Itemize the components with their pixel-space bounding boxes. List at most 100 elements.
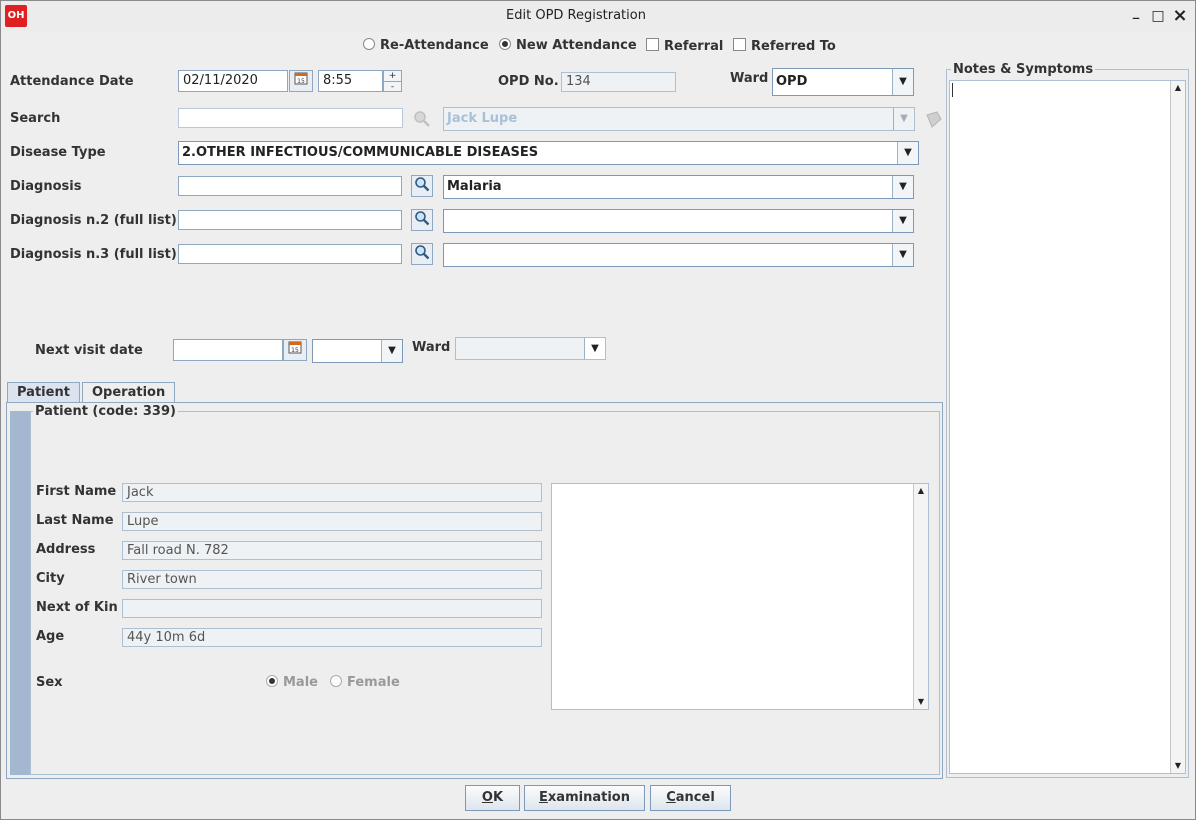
attendance-time-input[interactable]: 8:55 (318, 70, 383, 92)
maximize-button[interactable]: □ (1150, 7, 1166, 25)
next-visit-time-select[interactable]: ▼ (312, 339, 403, 363)
side-accent-bar (10, 411, 30, 775)
tab-operation[interactable]: Operation (82, 382, 176, 403)
diagnosis3-select[interactable]: ▼ (443, 243, 914, 267)
new-attendance-label: New Attendance (516, 38, 637, 53)
re-attendance-radio[interactable]: Re-Attendance (363, 38, 489, 53)
diagnosis-search-button[interactable] (411, 175, 433, 197)
chevron-down-icon: ▼ (892, 244, 913, 266)
next-of-kin-field (122, 599, 542, 618)
cancel-mnemonic: C (666, 790, 676, 805)
diagnosis2-search-button[interactable] (411, 209, 433, 231)
patient-notes-textarea[interactable]: ▲ ▼ (551, 483, 929, 710)
minimize-button[interactable]: _ (1128, 4, 1144, 22)
diagnosis3-search-button[interactable] (411, 243, 433, 265)
disease-type-select[interactable]: 2.OTHER INFECTIOUS/COMMUNICABLE DISEASES… (178, 141, 919, 165)
text-cursor (952, 83, 953, 97)
next-ward-select[interactable]: ▼ (455, 337, 606, 360)
magnifier-icon (415, 177, 430, 192)
first-name-field: Jack (122, 483, 542, 502)
radio-circle (363, 38, 375, 50)
ward-select[interactable]: OPD ▼ (772, 68, 914, 96)
referred-to-checkbox[interactable]: Referred To (733, 38, 836, 54)
cancel-button[interactable]: Cancel (650, 785, 731, 811)
disease-type-label: Disease Type (10, 145, 106, 160)
diagnosis3-search-input[interactable] (178, 244, 402, 264)
re-attendance-label: Re-Attendance (380, 38, 489, 53)
notes-scrollbar[interactable]: ▲ ▼ (1170, 81, 1185, 773)
title-bar: OH Edit OPD Registration _ □ × (1, 1, 1195, 31)
chevron-down-icon: ▼ (892, 176, 913, 198)
ok-label: K (492, 790, 504, 805)
sex-label: Sex (36, 675, 63, 690)
patient-select-value: Jack Lupe (447, 111, 518, 126)
referral-label: Referral (664, 39, 724, 54)
spinner-down-button[interactable]: - (384, 82, 401, 92)
patient-section-title: Patient (code: 339) (33, 404, 178, 419)
search-input[interactable] (178, 108, 403, 128)
ok-mnemonic: O (481, 790, 493, 805)
patient-notes-scrollbar[interactable]: ▲ ▼ (913, 484, 928, 709)
patient-select: Jack Lupe ▼ (443, 107, 915, 131)
radio-circle-selected (499, 38, 511, 50)
last-name-label: Last Name (36, 513, 114, 528)
chevron-down-icon: ▼ (892, 210, 913, 232)
tab-patient[interactable]: Patient (7, 382, 80, 403)
diagnosis-label: Diagnosis (10, 179, 82, 194)
window-title: Edit OPD Registration (506, 8, 646, 23)
opd-no-field: 134 (561, 72, 676, 92)
eraser-icon (923, 109, 943, 129)
examination-button[interactable]: Examination (524, 785, 645, 811)
diagnosis-search-input[interactable] (178, 176, 402, 196)
scroll-up-arrow-icon[interactable]: ▲ (914, 484, 928, 498)
sex-male-label: Male (283, 675, 318, 690)
scroll-down-arrow-icon[interactable]: ▼ (1171, 759, 1185, 773)
next-visit-label: Next visit date (35, 343, 143, 358)
diagnosis2-select[interactable]: ▼ (443, 209, 914, 233)
first-name-label: First Name (36, 484, 117, 499)
time-spinner: + - (383, 70, 402, 92)
examination-label: xamination (547, 790, 630, 805)
ward-value: OPD (776, 74, 808, 89)
city-label: City (36, 571, 65, 586)
attendance-date-input[interactable]: 02/11/2020 (178, 70, 288, 92)
attendance-date-label: Attendance Date (10, 74, 134, 89)
chevron-down-icon: ▼ (381, 340, 402, 362)
sex-female-label: Female (347, 675, 400, 690)
scroll-down-arrow-icon[interactable]: ▼ (914, 695, 928, 709)
magnifier-icon (415, 245, 430, 260)
cancel-label: ancel (675, 790, 715, 805)
calendar-icon[interactable]: 15 (289, 70, 313, 92)
diagnosis-value: Malaria (447, 179, 502, 194)
search-label: Search (10, 111, 61, 126)
spinner-up-button[interactable]: + (384, 71, 401, 82)
radio-circle (330, 675, 342, 687)
opd-registration-window: OH Edit OPD Registration _ □ × Re-Attend… (0, 0, 1196, 820)
notes-textarea[interactable]: ▲ ▼ (949, 80, 1186, 774)
checkbox-box (733, 38, 746, 51)
next-of-kin-label: Next of Kin (36, 600, 118, 615)
new-attendance-radio[interactable]: New Attendance (499, 38, 637, 53)
referral-checkbox[interactable]: Referral (646, 38, 723, 54)
radio-circle-selected (266, 675, 278, 687)
svg-text:15: 15 (297, 78, 305, 85)
address-field: Fall road N. 782 (122, 541, 542, 560)
referred-to-label: Referred To (751, 39, 836, 54)
magnifier-icon (415, 211, 430, 226)
diagnosis-select[interactable]: Malaria ▼ (443, 175, 914, 199)
examination-mnemonic: E (539, 790, 548, 805)
close-button[interactable]: × (1172, 7, 1188, 25)
sex-female-radio: Female (330, 675, 400, 690)
scroll-up-arrow-icon[interactable]: ▲ (1171, 81, 1185, 95)
disease-type-value: 2.OTHER INFECTIOUS/COMMUNICABLE DISEASES (182, 145, 539, 160)
age-field: 44y 10m 6d (122, 628, 542, 647)
next-visit-date-input[interactable] (173, 339, 283, 361)
diagnosis2-search-input[interactable] (178, 210, 402, 230)
search-icon (413, 110, 431, 128)
ok-button[interactable]: OK (465, 785, 520, 811)
diagnosis2-label: Diagnosis n.2 (full list) (10, 213, 177, 228)
ward-label: Ward (730, 71, 769, 86)
chevron-down-icon: ▼ (584, 338, 605, 359)
calendar-icon[interactable]: 15 (283, 339, 307, 361)
notes-title: Notes & Symptoms (951, 62, 1096, 77)
